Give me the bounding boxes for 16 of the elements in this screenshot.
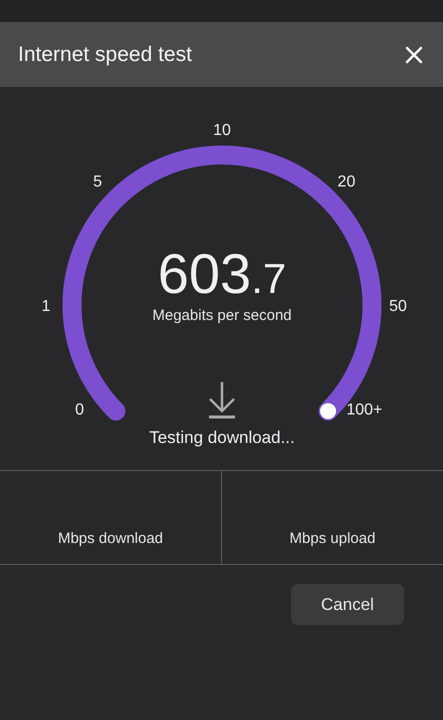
scale-label: 50	[389, 298, 407, 315]
cancel-button[interactable]: Cancel	[291, 584, 404, 625]
status-text: Testing download...	[149, 428, 295, 447]
scale-label: 10	[213, 122, 231, 139]
scale-label: 5	[93, 174, 102, 191]
download-icon	[208, 380, 236, 418]
scale-label: 0	[75, 401, 84, 418]
scale-label: 20	[338, 174, 356, 191]
gauge-thumb	[319, 402, 338, 420]
scale-label: 1	[42, 298, 50, 315]
dialog-title: Internet speed test	[18, 42, 192, 68]
unit-label: Megabits per second	[152, 307, 292, 324]
result-label: Mbps upload	[290, 528, 376, 548]
result-label: Mbps download	[58, 528, 164, 548]
speed-reading: 603.7	[158, 242, 286, 305]
scale-label: 100+	[346, 401, 382, 418]
